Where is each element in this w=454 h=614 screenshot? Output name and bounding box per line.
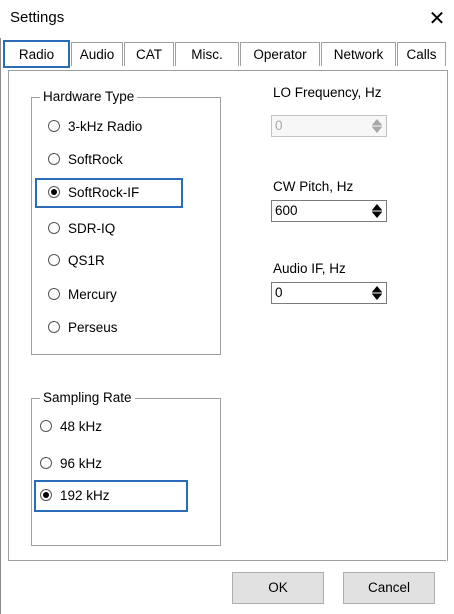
radio-circle-icon — [48, 254, 60, 267]
radio-selected-icon — [40, 489, 52, 502]
lo-frequency-label: LO Frequency, Hz — [273, 85, 382, 100]
cancel-button[interactable]: Cancel — [343, 572, 435, 604]
spin-updown-icon[interactable] — [370, 203, 384, 219]
hardware-type-group: Hardware Type 3-kHz Radio SoftRock SoftR… — [31, 89, 221, 355]
radio-circle-icon — [48, 120, 60, 133]
audio-if-value: 0 — [275, 285, 283, 300]
sampling-rate-legend: Sampling Rate — [40, 390, 135, 405]
close-icon[interactable]: ✕ — [422, 5, 452, 33]
window-title: Settings — [10, 9, 65, 26]
radio-192khz[interactable]: 192 kHz — [34, 480, 188, 512]
tab-operator[interactable]: Operator — [240, 42, 320, 66]
radio-tab-page: Hardware Type 3-kHz Radio SoftRock SoftR… — [8, 70, 448, 561]
radio-sdr-iq[interactable]: SDR-IQ — [48, 218, 115, 240]
radio-48khz[interactable]: 48 kHz — [40, 416, 102, 438]
radio-circle-icon — [48, 153, 60, 166]
cw-pitch-spinbox[interactable]: 600 — [271, 200, 387, 222]
tab-cat[interactable]: CAT — [124, 42, 174, 66]
radio-circle-icon — [48, 222, 60, 235]
page-bottom-divider — [8, 560, 446, 561]
tab-calls[interactable]: Calls — [397, 42, 446, 66]
radio-circle-icon — [48, 321, 60, 334]
tab-radio[interactable]: Radio — [3, 40, 70, 68]
tab-strip: Radio Audio CAT Misc. Operator Network C… — [0, 40, 454, 70]
cw-pitch-value: 600 — [275, 203, 298, 218]
spin-updown-icon[interactable] — [370, 285, 384, 301]
hardware-type-legend: Hardware Type — [40, 89, 138, 104]
tab-network[interactable]: Network — [321, 42, 396, 66]
tab-audio[interactable]: Audio — [71, 42, 123, 66]
radio-perseus[interactable]: Perseus — [48, 317, 118, 339]
cw-pitch-label: CW Pitch, Hz — [273, 179, 354, 194]
radio-circle-icon — [48, 288, 60, 301]
spin-updown-icon[interactable] — [370, 118, 384, 134]
radio-mercury[interactable]: Mercury — [48, 284, 117, 306]
sampling-rate-group: Sampling Rate 48 kHz 96 kHz 192 kHz — [31, 390, 221, 546]
radio-selected-icon — [48, 186, 60, 199]
radio-3khz-radio[interactable]: 3-kHz Radio — [48, 116, 142, 138]
radio-qs1r[interactable]: QS1R — [48, 250, 105, 272]
window-border — [0, 38, 1, 614]
title-bar: Settings ✕ — [0, 0, 454, 38]
tab-misc[interactable]: Misc. — [175, 42, 239, 66]
audio-if-label: Audio IF, Hz — [273, 261, 346, 276]
radio-softrock-if[interactable]: SoftRock-IF — [35, 178, 183, 208]
lo-frequency-value: 0 — [275, 118, 283, 133]
radio-96khz[interactable]: 96 kHz — [40, 453, 102, 475]
radio-circle-icon — [40, 457, 52, 470]
radio-circle-icon — [40, 420, 52, 433]
lo-frequency-spinbox[interactable]: 0 — [271, 115, 387, 137]
ok-button[interactable]: OK — [232, 572, 324, 604]
radio-softrock[interactable]: SoftRock — [48, 149, 123, 171]
audio-if-spinbox[interactable]: 0 — [271, 282, 387, 304]
